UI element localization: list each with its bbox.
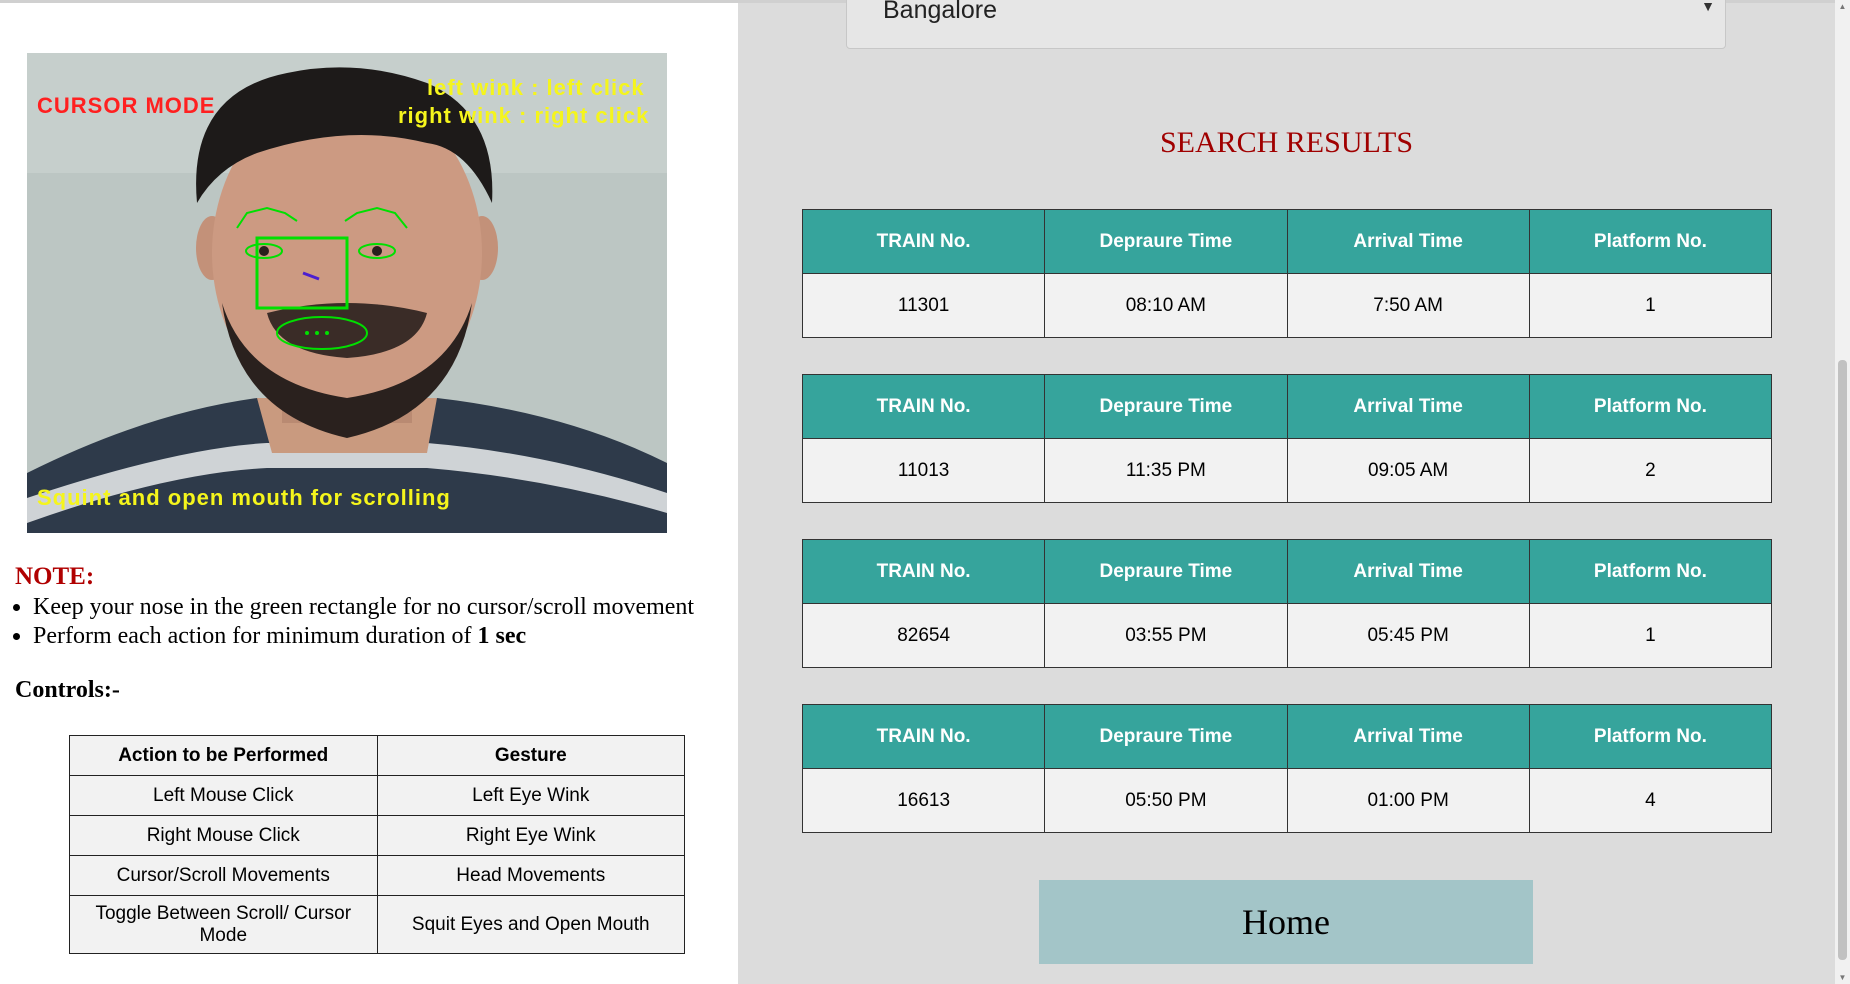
column-header: Depraure Time: [1044, 374, 1288, 439]
result-table: TRAIN No. Depraure Time Arrival Time Pla…: [801, 374, 1773, 503]
note-item: Keep your nose in the green rectangle fo…: [33, 593, 694, 622]
table-row: Toggle Between Scroll/ Cursor Mode Squit…: [69, 895, 685, 954]
result-header-row: TRAIN No. Depraure Time Arrival Time Pla…: [801, 539, 1773, 604]
arrival-time-cell: 05:45 PM: [1286, 603, 1530, 668]
table-row: 11013 11:35 PM 09:05 AM 2: [801, 438, 1773, 503]
arrival-time-cell: 01:00 PM: [1286, 768, 1530, 833]
scrollbar-thumb[interactable]: [1838, 360, 1847, 960]
column-header: Arrival Time: [1286, 539, 1530, 604]
action-cell: Cursor/Scroll Movements: [69, 855, 378, 896]
column-header: Depraure Time: [1044, 704, 1288, 769]
column-header: Depraure Time: [1044, 539, 1288, 604]
table-row: Cursor/Scroll Movements Head Movements: [69, 855, 685, 896]
action-cell: Toggle Between Scroll/ Cursor Mode: [69, 895, 378, 954]
right-panel: Bangalore ▼ SEARCH RESULTS TRAIN No. Dep…: [738, 0, 1835, 984]
webcam-feed: CURSOR MODE left wink : left click right…: [27, 53, 667, 533]
table-row: Left Mouse Click Left Eye Wink: [69, 775, 685, 816]
gesture-cell: Head Movements: [376, 855, 685, 896]
left-wink-hint: left wink : left click: [427, 75, 645, 100]
arrival-time-cell: 7:50 AM: [1286, 273, 1530, 338]
cursor-mode-overlay: CURSOR MODE: [37, 93, 216, 118]
column-header: Depraure Time: [1044, 209, 1288, 274]
departure-time-cell: 05:50 PM: [1044, 768, 1288, 833]
column-header: Arrival Time: [1286, 209, 1530, 274]
result-header-row: TRAIN No. Depraure Time Arrival Time Pla…: [801, 704, 1773, 769]
note-item: Perform each action for minimum duration…: [33, 622, 694, 651]
column-header: Platform No.: [1528, 209, 1773, 274]
train-number-cell: 11013: [801, 438, 1046, 503]
result-table: TRAIN No. Depraure Time Arrival Time Pla…: [801, 539, 1773, 668]
action-cell: Left Mouse Click: [69, 775, 378, 816]
result-header-row: TRAIN No. Depraure Time Arrival Time Pla…: [801, 209, 1773, 274]
search-results-title: SEARCH RESULTS: [1159, 126, 1414, 159]
chevron-down-icon: ▼: [1701, 0, 1715, 14]
column-header: Platform No.: [1528, 704, 1773, 769]
departure-time-cell: 03:55 PM: [1044, 603, 1288, 668]
table-row: 11301 08:10 AM 7:50 AM 1: [801, 273, 1773, 338]
arrival-time-cell: 09:05 AM: [1286, 438, 1530, 503]
scroll-up-icon[interactable]: ▲: [1838, 2, 1847, 11]
table-header-row: Action to be Performed Gesture: [69, 735, 685, 776]
platform-cell: 2: [1528, 438, 1773, 503]
table-row: 82654 03:55 PM 05:45 PM 1: [801, 603, 1773, 668]
column-header: Action to be Performed: [69, 735, 378, 776]
home-button[interactable]: Home: [1039, 880, 1533, 964]
table-row: 16613 05:50 PM 01:00 PM 4: [801, 768, 1773, 833]
gesture-cell: Right Eye Wink: [376, 815, 685, 856]
gesture-cell: Left Eye Wink: [376, 775, 685, 816]
note-title: NOTE:: [15, 563, 95, 590]
city-select-value: Bangalore: [883, 0, 997, 24]
train-number-cell: 11301: [801, 273, 1046, 338]
column-header: TRAIN No.: [801, 209, 1046, 274]
column-header: Gesture: [376, 735, 685, 776]
train-number-cell: 82654: [801, 603, 1046, 668]
table-row: Right Mouse Click Right Eye Wink: [69, 815, 685, 856]
platform-cell: 4: [1528, 768, 1773, 833]
gesture-cell: Squit Eyes and Open Mouth: [376, 895, 685, 954]
result-table: TRAIN No. Depraure Time Arrival Time Pla…: [801, 209, 1773, 338]
city-select[interactable]: Bangalore ▼: [846, 0, 1726, 49]
column-header: Platform No.: [1528, 374, 1773, 439]
platform-cell: 1: [1528, 603, 1773, 668]
scroll-down-icon[interactable]: ▼: [1838, 973, 1847, 982]
column-header: Arrival Time: [1286, 704, 1530, 769]
platform-cell: 1: [1528, 273, 1773, 338]
scroll-hint: Squint and open mouth for scrolling: [37, 485, 451, 510]
train-number-cell: 16613: [801, 768, 1046, 833]
column-header: TRAIN No.: [801, 704, 1046, 769]
column-header: Arrival Time: [1286, 374, 1530, 439]
note-item-duration: 1 sec: [477, 623, 527, 649]
column-header: TRAIN No.: [801, 374, 1046, 439]
controls-title: Controls:-: [15, 677, 120, 703]
note-list: Keep your nose in the green rectangle fo…: [0, 593, 694, 651]
departure-time-cell: 08:10 AM: [1044, 273, 1288, 338]
right-wink-hint: right wink : right click: [398, 103, 650, 128]
column-header: Platform No.: [1528, 539, 1773, 604]
left-panel: CURSOR MODE left wink : left click right…: [0, 3, 738, 984]
result-header-row: TRAIN No. Depraure Time Arrival Time Pla…: [801, 374, 1773, 439]
departure-time-cell: 11:35 PM: [1044, 438, 1288, 503]
page-scrollbar[interactable]: ▲ ▼: [1835, 0, 1850, 984]
note-item-text: Perform each action for minimum duration…: [33, 623, 478, 649]
result-table: TRAIN No. Depraure Time Arrival Time Pla…: [801, 704, 1773, 833]
controls-table: Action to be Performed Gesture Left Mous…: [69, 735, 685, 954]
column-header: TRAIN No.: [801, 539, 1046, 604]
action-cell: Right Mouse Click: [69, 815, 378, 856]
